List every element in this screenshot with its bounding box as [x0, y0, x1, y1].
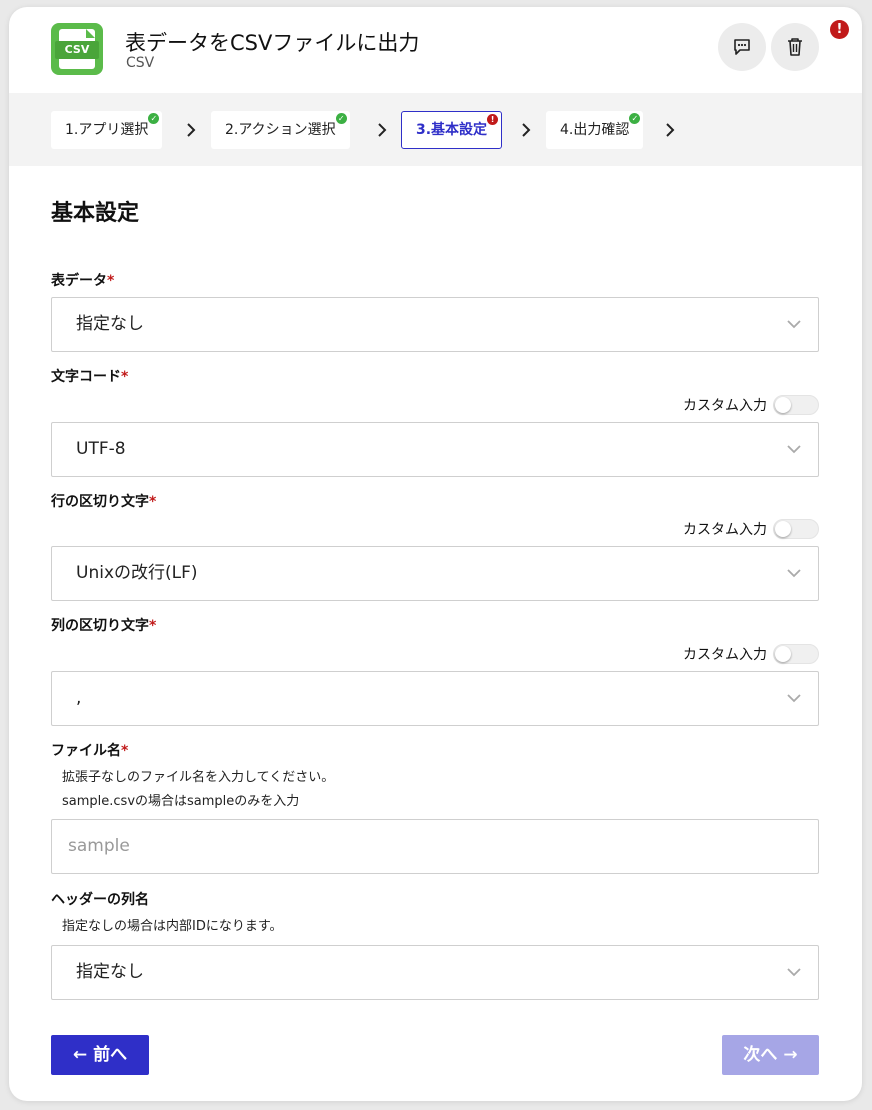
col-delimiter-custom-row: カスタム入力 — [683, 644, 819, 664]
chevron-right-icon — [378, 123, 387, 137]
encoding-select[interactable]: UTF-8 — [51, 422, 819, 477]
selected-value: UTF-8 — [76, 439, 126, 459]
step-label: 3.基本設定 — [416, 122, 488, 138]
col-delimiter-custom-toggle[interactable] — [773, 644, 819, 664]
delete-button[interactable] — [771, 23, 819, 71]
file-name-hint-1: 拡張子なしのファイル名を入力してください。 — [62, 770, 335, 785]
prev-button[interactable]: ← 前へ — [51, 1035, 149, 1075]
alert-badge: ! — [830, 20, 849, 39]
chevron-right-icon — [666, 123, 675, 137]
error-icon: ! — [487, 114, 499, 125]
encoding-custom-toggle[interactable] — [773, 395, 819, 415]
table-data-label: 表データ* — [51, 273, 115, 289]
step-label: 4.出力確認 — [560, 122, 630, 138]
dialog-card: CSV 表データをCSVファイルに出力 CSV ! 1.アプリ選択 ✓ 2.アク… — [9, 7, 862, 1101]
selected-value: Unixの改行(LF) — [76, 563, 198, 583]
step-app-select[interactable]: 1.アプリ選択 ✓ — [51, 111, 163, 149]
chevron-right-icon — [187, 123, 196, 137]
next-button[interactable]: 次へ → — [722, 1035, 819, 1075]
step-output-confirm[interactable]: 4.出力確認 ✓ — [546, 111, 644, 149]
check-icon: ✓ — [148, 113, 160, 124]
file-name-label: ファイル名* — [51, 743, 129, 759]
chevron-down-icon — [787, 445, 801, 454]
trash-icon — [788, 38, 802, 56]
step-bar: 1.アプリ選択 ✓ 2.アクション選択 ✓ 3.基本設定 ! 4.出力確認 ✓ — [9, 93, 862, 166]
check-icon: ✓ — [335, 113, 347, 124]
step-label: 1.アプリ選択 — [65, 122, 149, 138]
selected-value: 指定なし — [76, 962, 144, 982]
chevron-down-icon — [787, 569, 801, 578]
header-names-label: ヘッダーの列名 — [51, 892, 149, 908]
row-delimiter-custom-toggle[interactable] — [773, 519, 819, 539]
comment-button[interactable] — [718, 23, 766, 71]
chevron-down-icon — [787, 968, 801, 977]
check-icon: ✓ — [629, 113, 641, 124]
csv-app-icon: CSV — [51, 23, 103, 75]
table-data-select[interactable]: 指定なし — [51, 297, 819, 352]
file-name-placeholder: sample — [68, 836, 130, 856]
file-name-hint-2: sample.csvの場合はsampleのみを入力 — [62, 794, 300, 809]
step-action-select[interactable]: 2.アクション選択 ✓ — [211, 111, 350, 149]
header-names-select[interactable]: 指定なし — [51, 945, 819, 1000]
custom-input-label: カスタム入力 — [683, 398, 767, 414]
app-subtitle: CSV — [126, 55, 155, 71]
chevron-down-icon — [787, 320, 801, 329]
step-label: 2.アクション選択 — [225, 122, 336, 138]
col-delimiter-select[interactable]: , — [51, 671, 819, 726]
comment-icon — [734, 39, 750, 55]
selected-value: , — [76, 688, 82, 708]
app-icon-label: CSV — [55, 41, 99, 59]
encoding-label: 文字コード* — [51, 369, 129, 385]
custom-input-label: カスタム入力 — [683, 522, 767, 538]
row-delimiter-select[interactable]: Unixの改行(LF) — [51, 546, 819, 601]
col-delimiter-label: 列の区切り文字* — [51, 618, 157, 634]
row-delimiter-label: 行の区切り文字* — [51, 494, 157, 510]
header-names-hint: 指定なしの場合は内部IDになります。 — [62, 919, 283, 934]
row-delimiter-custom-row: カスタム入力 — [683, 519, 819, 539]
encoding-custom-row: カスタム入力 — [683, 395, 819, 415]
section-title: 基本設定 — [51, 201, 140, 226]
file-name-input[interactable]: sample — [51, 819, 819, 874]
chevron-right-icon — [522, 123, 531, 137]
chevron-down-icon — [787, 694, 801, 703]
selected-value: 指定なし — [76, 314, 144, 334]
step-basic-settings[interactable]: 3.基本設定 ! — [401, 111, 503, 149]
custom-input-label: カスタム入力 — [683, 647, 767, 663]
page-title: 表データをCSVファイルに出力 — [125, 31, 420, 55]
